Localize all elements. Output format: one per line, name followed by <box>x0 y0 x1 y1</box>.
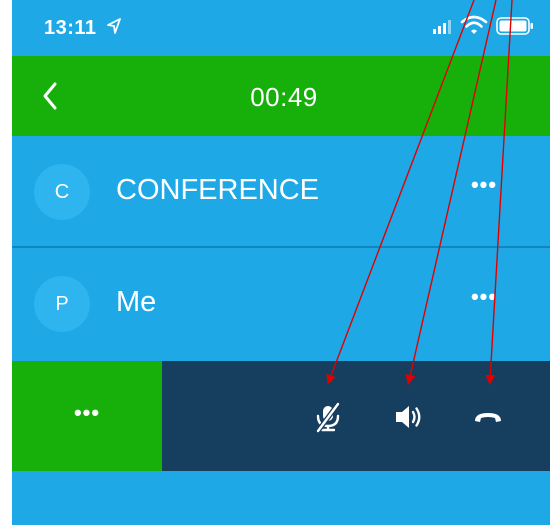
battery-icon <box>496 17 533 35</box>
signal-icon <box>433 20 451 34</box>
participant-row-conference[interactable]: C CONFERENCE ••• <box>12 136 550 246</box>
call-timer: 00:49 <box>250 82 318 112</box>
status-time: 13:11 <box>44 17 97 39</box>
status-bar: 13:11 <box>12 0 550 56</box>
participant-row-me[interactable]: P Me ••• <box>12 248 550 358</box>
participant-name: CONFERENCE <box>116 174 320 206</box>
more-options-button[interactable]: ••• <box>464 284 504 320</box>
participant-name: Me <box>116 286 157 318</box>
mute-microphone-icon[interactable] <box>308 397 348 437</box>
avatar: C <box>34 164 90 220</box>
more-options-button[interactable]: ••• <box>464 172 504 208</box>
location-arrow-icon <box>107 18 121 34</box>
more-actions-button[interactable]: ••• <box>12 361 162 471</box>
avatar: P <box>34 276 90 332</box>
call-header: 00:49 <box>12 56 550 136</box>
call-action-bar: ••• <box>12 361 550 471</box>
hang-up-icon[interactable] <box>468 397 508 437</box>
call-controls <box>162 361 550 471</box>
speaker-icon[interactable] <box>388 397 428 437</box>
call-screen: 13:11 00:49 C CONFERENCE ••• P Me ••• ••… <box>12 0 550 525</box>
wifi-icon <box>460 15 488 34</box>
